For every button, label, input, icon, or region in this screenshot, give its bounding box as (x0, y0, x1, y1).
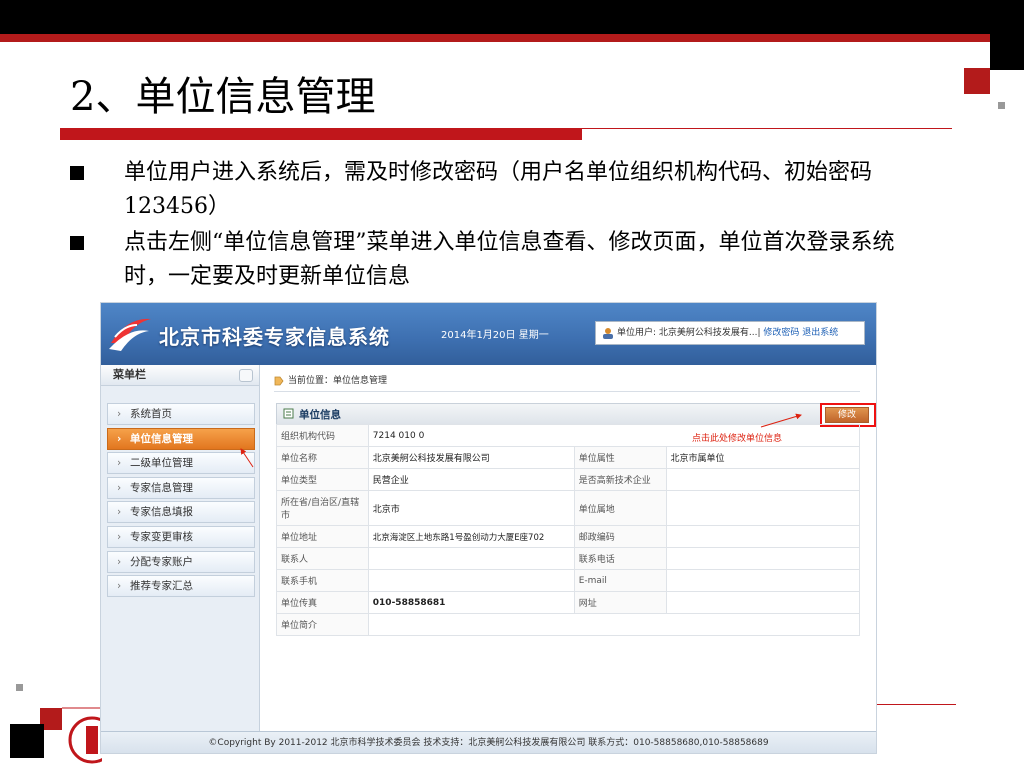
field-label: 单位类型 (276, 468, 369, 491)
field-value: 北京市属单位 (665, 446, 860, 469)
sidebar-item-expert-info[interactable]: 专家信息管理 (107, 476, 255, 499)
bullet-square-icon (70, 236, 84, 250)
sidebar-item-unit-info[interactable]: 单位信息管理 (107, 427, 255, 450)
field-label: E-mail (573, 569, 667, 592)
slide-corner-decoration (964, 34, 1024, 109)
bullet-square-icon (70, 166, 84, 180)
field-value (665, 569, 860, 592)
table-row: 单位简介 (276, 613, 861, 636)
field-label: 是否高新技术企业 (573, 468, 667, 491)
user-icon (603, 327, 613, 339)
slide-bottom-line (876, 704, 956, 705)
field-label: 单位简介 (276, 613, 369, 636)
bullet-2: 点击左侧“单位信息管理”菜单进入单位信息查看、修改页面，单位首次登录系统时，一定… (70, 226, 930, 294)
menu-header: 菜单栏 (101, 365, 259, 386)
system-logo-icon (109, 318, 151, 351)
institution-logo-icon (68, 716, 102, 764)
app-header: 北京市科委专家信息系统 2014年1月20日 星期一 单位用户: 北京美舸公科技… (101, 303, 876, 365)
tag-icon (274, 376, 284, 385)
field-label: 所在省/自治区/直辖市 (276, 490, 369, 526)
slide-top-black-bar (0, 0, 1024, 34)
main-content: 当前位置：单位信息管理 单位信息 修改 组织机构代码 7214 010 0 单位… (260, 365, 876, 753)
bullet-1-text: 单位用户进入系统后，需及时修改密码（用户名单位组织机构代码、初始密码123456… (124, 160, 873, 219)
sidebar-item-expert-review[interactable]: 专家变更审核 (107, 525, 255, 548)
field-value: 7214 010 0 (367, 424, 861, 447)
field-label: 联系人 (276, 547, 369, 570)
logout-link[interactable]: 退出系统 (802, 328, 838, 338)
field-value (665, 547, 860, 570)
document-icon (283, 408, 294, 419)
field-value: 北京市 (367, 490, 575, 526)
breadcrumb-divider (274, 391, 860, 392)
app-screenshot: 北京市科委专家信息系统 2014年1月20日 星期一 单位用户: 北京美舸公科技… (100, 302, 877, 754)
sidebar-item-expert-submit[interactable]: 专家信息填报 (107, 501, 255, 524)
field-label: 网址 (573, 591, 667, 614)
sidebar: 菜单栏 系统首页 单位信息管理 二级单位管理 专家信息管理 专家信息填报 专家变… (101, 365, 260, 753)
field-value: 北京海淀区上地东路1号盈创动力大厦E座702 (367, 525, 575, 548)
field-value: 010-58858681 (367, 591, 575, 614)
field-label: 单位地址 (276, 525, 369, 548)
field-label: 邮政编码 (573, 525, 667, 548)
breadcrumb: 当前位置：单位信息管理 (274, 373, 387, 386)
sidebar-item-home[interactable]: 系统首页 (107, 403, 255, 425)
title-underline-bar (60, 128, 582, 140)
field-value (665, 468, 860, 491)
change-password-link[interactable]: 修改密码 (763, 328, 799, 338)
table-row: 联系手机 E-mail (276, 569, 860, 592)
table-row: 联系人 联系电话 (276, 547, 860, 570)
field-value: 民营企业 (367, 468, 575, 491)
table-row: 单位地址 北京海淀区上地东路1号盈创动力大厦E座702 邮政编码 (276, 525, 860, 548)
unit-info-table: 组织机构代码 7214 010 0 单位名称 北京美舸公科技发展有限公司 单位属… (276, 424, 861, 636)
field-value (367, 547, 575, 570)
edit-button[interactable]: 修改 (825, 407, 869, 423)
field-value (665, 490, 860, 526)
user-info-box: 单位用户: 北京美舸公科技发展有...| 修改密码 退出系统 (595, 321, 865, 345)
field-value (665, 525, 860, 548)
panel-header: 单位信息 修改 (276, 403, 876, 427)
collapse-menu-icon[interactable] (239, 369, 253, 382)
edit-hint-annotation: 点击此处修改单位信息 (692, 434, 783, 444)
table-row: 单位名称 北京美舸公科技发展有限公司 单位属性 北京市属单位 (276, 446, 860, 469)
system-title: 北京市科委专家信息系统 (159, 325, 390, 349)
table-row: 单位传真 010-58858681 网址 (276, 591, 860, 614)
table-row: 所在省/自治区/直辖市 北京市 单位属地 (276, 490, 860, 526)
title-underline-thin (582, 128, 952, 129)
field-label: 单位传真 (276, 591, 369, 614)
field-label: 单位名称 (276, 446, 369, 469)
field-value (367, 613, 861, 636)
breadcrumb-text: 当前位置：单位信息管理 (288, 376, 388, 386)
menu-title: 菜单栏 (113, 368, 146, 381)
field-label: 联系电话 (573, 547, 667, 570)
table-row: 单位类型 民营企业 是否高新技术企业 (276, 468, 860, 491)
header-date: 2014年1月20日 星期一 (441, 330, 549, 341)
field-value (665, 591, 860, 614)
slide-title: 2、单位信息管理 (70, 74, 376, 120)
bullet-1: 单位用户进入系统后，需及时修改密码（用户名单位组织机构代码、初始密码123456… (70, 156, 930, 224)
slide-top-red-bar (0, 34, 1024, 42)
sidebar-menu: 系统首页 单位信息管理 二级单位管理 专家信息管理 专家信息填报 专家变更审核 … (107, 403, 255, 600)
sidebar-item-recommend-summary[interactable]: 推荐专家汇总 (107, 575, 255, 598)
panel-title: 单位信息 (299, 409, 341, 421)
bullet-2-text: 点击左侧“单位信息管理”菜单进入单位信息查看、修改页面，单位首次登录系统时，一定… (124, 230, 895, 289)
app-footer: ©Copyright By 2011-2012 北京市科学技术委员会 技术支持：… (101, 731, 876, 753)
sidebar-item-assign-accounts[interactable]: 分配专家账户 (107, 550, 255, 573)
user-label: 单位用户: 北京美舸公科技发展有...| (617, 328, 761, 338)
field-label: 单位属性 (573, 446, 667, 469)
field-label: 联系手机 (276, 569, 369, 592)
field-label: 单位属地 (573, 490, 667, 526)
field-label: 组织机构代码 (276, 424, 369, 447)
sidebar-item-sub-units[interactable]: 二级单位管理 (107, 452, 255, 475)
field-value (367, 569, 575, 592)
field-value: 北京美舸公科技发展有限公司 (367, 446, 575, 469)
